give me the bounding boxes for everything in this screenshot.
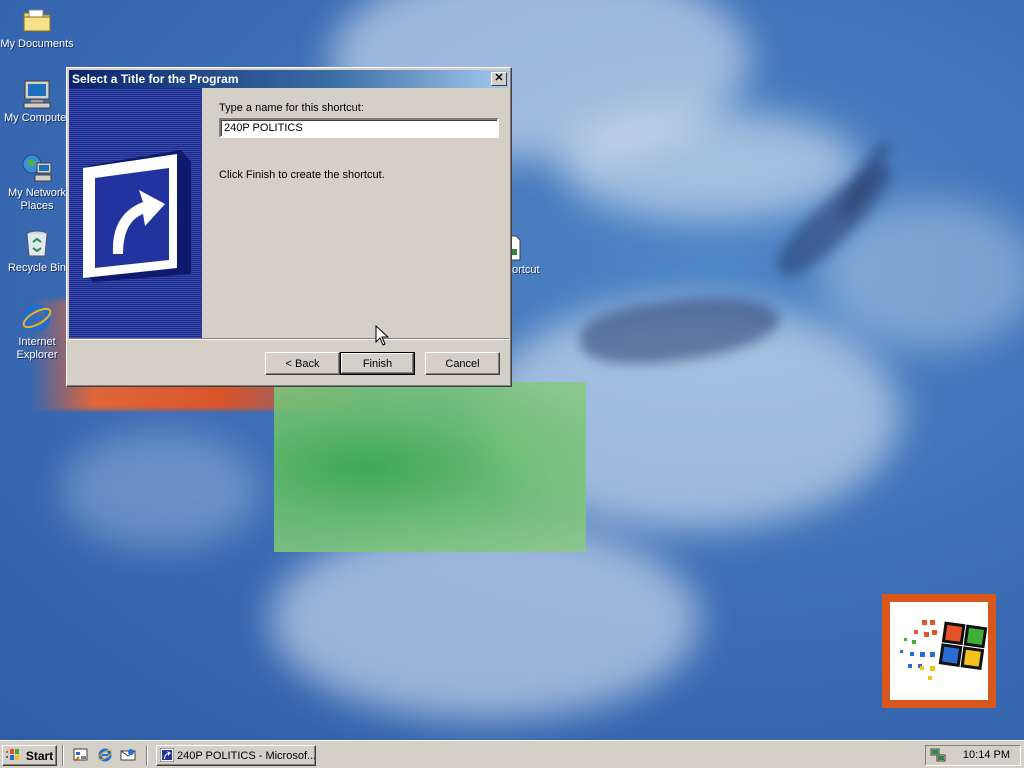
recycle-bin-icon [21, 228, 53, 260]
close-button[interactable]: ✕ [491, 72, 507, 86]
finish-button[interactable]: Finish [340, 352, 415, 375]
shortcut-file-icon [510, 235, 521, 261]
windows-flag-icon [900, 620, 988, 680]
dialog-titlebar[interactable]: Select a Title for the Program ✕ [69, 70, 509, 88]
desktop-icon-shortcut[interactable]: ortcut [510, 234, 540, 276]
desktop-icon-label: Recycle Bin [7, 262, 67, 274]
computer-icon [21, 78, 53, 110]
create-shortcut-dialog: Select a Title for the Program ✕ Type a … [66, 67, 512, 387]
desktop-icon-label: My Documents [0, 38, 74, 50]
back-button[interactable]: < Back [265, 352, 340, 375]
desktop-icon-my-network-places[interactable]: My Network Places [0, 153, 74, 213]
folder-icon [21, 4, 53, 36]
network-icon [21, 153, 53, 185]
desktop-icon-recycle-bin[interactable]: Recycle Bin [0, 228, 74, 275]
taskbar-item-label: 240P POLITICS - Microsof... [177, 749, 316, 762]
system-tray: 10:14 PM [925, 745, 1021, 766]
mouse-cursor-icon [375, 325, 389, 346]
desktop-icon-label: My Computer [3, 112, 71, 124]
button-separator [69, 338, 509, 340]
taskbar-item-wizard[interactable]: 240P POLITICS - Microsof... [156, 745, 316, 766]
shortcut-arrow-icon [83, 150, 191, 282]
shortcut-name-label: Type a name for this shortcut: [219, 102, 364, 114]
desktop-icon-my-documents[interactable]: My Documents [0, 4, 74, 51]
clock[interactable]: 10:14 PM [963, 749, 1010, 761]
taskbar-separator [62, 745, 64, 766]
start-button[interactable]: Start [2, 745, 57, 766]
desktop-icon-internet-explorer[interactable]: Internet Explorer [0, 302, 74, 362]
windows-start-icon [6, 749, 19, 760]
wizard-side-panel [69, 88, 202, 338]
finish-instruction-text: Click Finish to create the shortcut. [219, 169, 385, 181]
cancel-button[interactable]: Cancel [425, 352, 500, 375]
windows-logo [882, 594, 996, 708]
taskbar-separator [146, 745, 148, 766]
desktop-icon-my-computer[interactable]: My Computer [0, 78, 74, 125]
internet-explorer-icon [21, 302, 53, 334]
outlook-express-icon[interactable] [120, 747, 136, 763]
taskbar: Start 240P POLITICS - Microsof... 10:14 … [0, 740, 1024, 768]
network-tray-icon[interactable] [930, 748, 946, 763]
desktop-icon-label: My Network Places [7, 187, 67, 212]
desktop-icon-label: Internet Explorer [16, 336, 58, 361]
wallpaper-green-block [274, 382, 586, 552]
show-desktop-icon[interactable] [73, 747, 89, 763]
internet-explorer-icon[interactable] [97, 747, 113, 763]
dialog-title: Select a Title for the Program [72, 72, 239, 86]
close-icon: ✕ [494, 72, 504, 84]
shortcut-name-input[interactable] [219, 118, 499, 138]
desktop-icon-label: ortcut [512, 264, 540, 276]
shortcut-arrow-icon [160, 748, 174, 762]
start-label: Start [25, 748, 54, 763]
